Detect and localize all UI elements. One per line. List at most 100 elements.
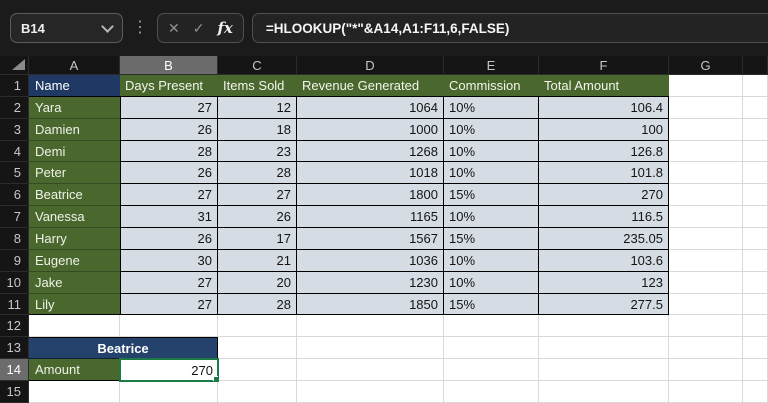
cell-H8[interactable] (743, 228, 768, 250)
cell-G9[interactable] (669, 249, 743, 272)
chevron-down-icon[interactable] (101, 19, 114, 33)
cell-F1[interactable]: Total Amount (539, 75, 669, 97)
cell-A10[interactable]: Jake (29, 271, 120, 294)
cell-C7[interactable]: 26 (218, 206, 297, 229)
cell-E6[interactable]: 15% (444, 184, 539, 207)
cell-E15[interactable] (444, 381, 539, 403)
row-header-6[interactable]: 6 (0, 184, 29, 207)
cell-C6[interactable]: 27 (218, 184, 297, 207)
cell-A8[interactable]: Harry (29, 228, 120, 250)
row-header-1[interactable]: 1 (0, 75, 29, 97)
cell-F12[interactable] (539, 315, 669, 338)
cell-B6[interactable]: 27 (120, 184, 218, 207)
cell-A7[interactable]: Vanessa (29, 206, 120, 229)
cell-F5[interactable]: 101.8 (539, 162, 669, 185)
row-header-14[interactable]: 14 (0, 359, 29, 382)
cell-E12[interactable] (444, 315, 539, 338)
cell-G15[interactable] (669, 381, 743, 403)
cell-D10[interactable]: 1230 (297, 271, 444, 294)
col-header-F[interactable]: F (539, 56, 669, 75)
cell-A6[interactable]: Beatrice (29, 184, 120, 207)
cell-C4[interactable]: 23 (218, 140, 297, 163)
cell-D6[interactable]: 1800 (297, 184, 444, 207)
cell-C9[interactable]: 21 (218, 249, 297, 272)
cell-F15[interactable] (539, 381, 669, 403)
cell-B12[interactable] (120, 315, 218, 338)
cell-B15[interactable] (120, 381, 218, 403)
col-header-H[interactable] (743, 56, 768, 75)
cell-H12[interactable] (743, 315, 768, 338)
cell-E8[interactable]: 15% (444, 228, 539, 250)
cell-D14[interactable] (297, 359, 444, 382)
cell-H10[interactable] (743, 271, 768, 294)
cell-D8[interactable]: 1567 (297, 228, 444, 250)
cell-G5[interactable] (669, 162, 743, 185)
cell-D12[interactable] (297, 315, 444, 338)
cell-G4[interactable] (669, 140, 743, 163)
cell-C10[interactable]: 20 (218, 271, 297, 294)
row-header-11[interactable]: 11 (0, 293, 29, 316)
cell-H5[interactable] (743, 162, 768, 185)
cell-G2[interactable] (669, 96, 743, 119)
row-header-9[interactable]: 9 (0, 249, 29, 272)
cell-A1[interactable]: Name (29, 75, 120, 97)
cell-F11[interactable]: 277.5 (539, 293, 669, 316)
cell-A4[interactable]: Demi (29, 140, 120, 163)
cell-A3[interactable]: Damien (29, 118, 120, 141)
cell-H2[interactable] (743, 96, 768, 119)
cell-H4[interactable] (743, 140, 768, 163)
cell-D13[interactable] (297, 337, 444, 360)
cell-C15[interactable] (218, 381, 297, 403)
select-all-corner[interactable] (0, 56, 29, 75)
cell-A5[interactable]: Peter (29, 162, 120, 185)
formula-bar[interactable]: =HLOOKUP("*"&A14,A1:F11,6,FALSE) (251, 13, 768, 43)
cell-B8[interactable]: 26 (120, 228, 218, 250)
cell-C5[interactable]: 28 (218, 162, 297, 185)
cell-E3[interactable]: 10% (444, 118, 539, 141)
cell-E4[interactable]: 10% (444, 140, 539, 163)
cell-G3[interactable] (669, 118, 743, 141)
cell-E10[interactable]: 10% (444, 271, 539, 294)
cell-G8[interactable] (669, 228, 743, 250)
cell-B10[interactable]: 27 (120, 271, 218, 294)
cell-C11[interactable]: 28 (218, 293, 297, 316)
cell-B2[interactable]: 27 (120, 96, 218, 119)
cell-A13-merged[interactable]: Beatrice (29, 337, 218, 360)
row-header-13[interactable]: 13 (0, 337, 29, 360)
cell-B1[interactable]: Days Present (120, 75, 218, 97)
cell-A12[interactable] (29, 315, 120, 338)
cell-D9[interactable]: 1036 (297, 249, 444, 272)
cell-C3[interactable]: 18 (218, 118, 297, 141)
cell-H7[interactable] (743, 206, 768, 229)
row-header-15[interactable]: 15 (0, 381, 29, 403)
cell-D11[interactable]: 1850 (297, 293, 444, 316)
cell-E13[interactable] (444, 337, 539, 360)
fill-handle[interactable] (213, 376, 218, 382)
cell-E11[interactable]: 15% (444, 293, 539, 316)
cell-H6[interactable] (743, 184, 768, 207)
cell-D4[interactable]: 1268 (297, 140, 444, 163)
cell-E2[interactable]: 10% (444, 96, 539, 119)
cell-C12[interactable] (218, 315, 297, 338)
cancel-icon[interactable]: ✕ (168, 20, 180, 37)
row-header-2[interactable]: 2 (0, 96, 29, 119)
cell-D3[interactable]: 1000 (297, 118, 444, 141)
cell-G10[interactable] (669, 271, 743, 294)
cell-F8[interactable]: 235.05 (539, 228, 669, 250)
cell-B4[interactable]: 28 (120, 140, 218, 163)
cell-D7[interactable]: 1165 (297, 206, 444, 229)
cell-G7[interactable] (669, 206, 743, 229)
cell-C14[interactable] (218, 359, 297, 382)
cell-C1[interactable]: Items Sold (218, 75, 297, 97)
cell-D2[interactable]: 1064 (297, 96, 444, 119)
row-header-10[interactable]: 10 (0, 271, 29, 294)
cell-E1[interactable]: Commission (444, 75, 539, 97)
col-header-A[interactable]: A (29, 56, 120, 75)
cell-C2[interactable]: 12 (218, 96, 297, 119)
cell-H9[interactable] (743, 249, 768, 272)
cell-G1[interactable] (669, 75, 743, 97)
cell-F4[interactable]: 126.8 (539, 140, 669, 163)
cell-H3[interactable] (743, 118, 768, 141)
cell-E7[interactable]: 10% (444, 206, 539, 229)
row-header-12[interactable]: 12 (0, 315, 29, 338)
